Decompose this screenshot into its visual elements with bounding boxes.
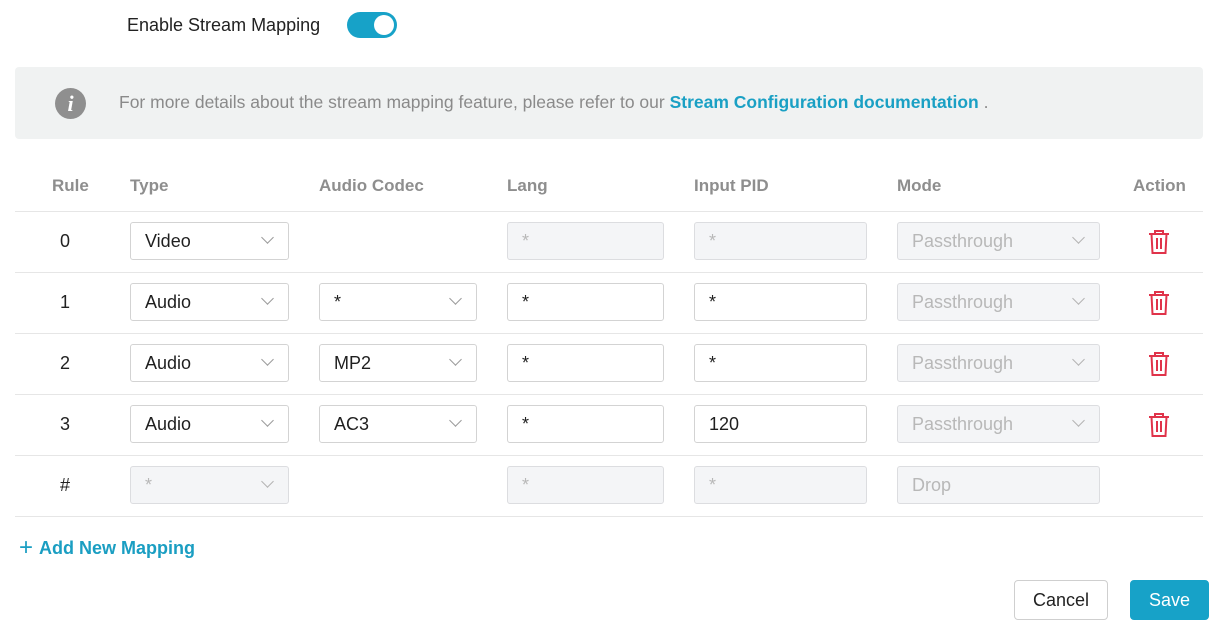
- chevron-down-icon: [449, 414, 462, 427]
- mode-value: Passthrough: [912, 414, 1014, 434]
- default-row: # * * * Drop: [0, 455, 1222, 516]
- input-pid-value: *: [709, 231, 717, 251]
- rule-number: 1: [59, 292, 70, 312]
- trash-icon[interactable]: [1147, 412, 1171, 438]
- info-text-suffix: .: [978, 92, 989, 112]
- lang-input[interactable]: *: [507, 466, 664, 504]
- type-select[interactable]: *: [130, 466, 289, 504]
- type-select[interactable]: Audio: [130, 283, 289, 321]
- info-banner: i For more details about the stream mapp…: [15, 67, 1203, 139]
- mode-input[interactable]: Drop: [897, 466, 1100, 504]
- trash-icon[interactable]: [1147, 351, 1171, 377]
- lang-input[interactable]: *: [507, 222, 664, 260]
- chevron-down-icon: [1072, 353, 1085, 366]
- chevron-down-icon: [261, 475, 274, 488]
- rule-number: 3: [59, 414, 70, 434]
- type-select[interactable]: Audio: [130, 344, 289, 382]
- trash-icon[interactable]: [1147, 290, 1171, 316]
- table-row: 3 Audio AC3 * 120 Passthrough: [0, 394, 1222, 455]
- type-value: Audio: [145, 292, 192, 312]
- stream-mapping-toggle[interactable]: [347, 12, 397, 38]
- input-pid-input[interactable]: *: [694, 466, 867, 504]
- type-value: *: [145, 475, 153, 495]
- chevron-down-icon: [449, 353, 462, 366]
- save-button[interactable]: Save: [1130, 580, 1209, 620]
- chevron-down-icon: [261, 353, 274, 366]
- table-row: 1 Audio * * * Passthrough: [0, 272, 1222, 333]
- input-pid-value: *: [709, 353, 717, 373]
- header-lang: Lang: [507, 176, 548, 195]
- type-value: Audio: [145, 353, 192, 373]
- table-row: 0 Video * * Passthrough: [0, 211, 1222, 272]
- type-value: Video: [145, 231, 191, 251]
- mode-value: Drop: [912, 475, 952, 495]
- mode-select[interactable]: Passthrough: [897, 344, 1100, 382]
- input-pid-input[interactable]: *: [694, 222, 867, 260]
- input-pid-input[interactable]: *: [694, 283, 867, 321]
- mode-select[interactable]: Passthrough: [897, 283, 1100, 321]
- lang-value: *: [522, 475, 530, 495]
- header-audio-codec: Audio Codec: [319, 176, 424, 195]
- audio-codec-value: AC3: [334, 414, 370, 434]
- toggle-knob: [374, 15, 394, 35]
- rule-number: 0: [59, 231, 70, 251]
- mode-select[interactable]: Passthrough: [897, 222, 1100, 260]
- rule-number: 2: [59, 353, 70, 373]
- table-row: 2 Audio MP2 * * Passthrough: [0, 333, 1222, 394]
- audio-codec-select[interactable]: MP2: [319, 344, 477, 382]
- trash-icon[interactable]: [1147, 229, 1171, 255]
- header-rule: Rule: [52, 176, 89, 195]
- header-action: Action: [1133, 176, 1186, 195]
- audio-codec-select[interactable]: *: [319, 283, 477, 321]
- chevron-down-icon: [261, 292, 274, 305]
- audio-codec-value: MP2: [334, 353, 372, 373]
- input-pid-input[interactable]: 120: [694, 405, 867, 443]
- chevron-down-icon: [1072, 231, 1085, 244]
- audio-codec-select[interactable]: AC3: [319, 405, 477, 443]
- stream-mapping-toggle-row: Enable Stream Mapping: [127, 12, 397, 38]
- chevron-down-icon: [1072, 292, 1085, 305]
- info-icon: i: [55, 88, 86, 119]
- input-pid-value: *: [709, 475, 717, 495]
- type-select[interactable]: Video: [130, 222, 289, 260]
- input-pid-input[interactable]: *: [694, 344, 867, 382]
- chevron-down-icon: [449, 292, 462, 305]
- lang-input[interactable]: *: [507, 283, 664, 321]
- lang-value: *: [522, 353, 530, 373]
- audio-codec-value: *: [334, 292, 342, 312]
- mode-value: Passthrough: [912, 292, 1014, 312]
- add-new-mapping-label: Add New Mapping: [39, 537, 196, 558]
- rule-number: #: [59, 475, 70, 495]
- chevron-down-icon: [261, 231, 274, 244]
- stream-mapping-label: Enable Stream Mapping: [127, 14, 321, 35]
- chevron-down-icon: [261, 414, 274, 427]
- cancel-button[interactable]: Cancel: [1014, 580, 1108, 620]
- plus-icon: +: [19, 534, 34, 561]
- lang-input[interactable]: *: [507, 405, 664, 443]
- lang-value: *: [522, 292, 530, 312]
- divider: [15, 516, 1203, 517]
- input-pid-value: 120: [709, 414, 740, 434]
- add-new-mapping-button[interactable]: + Add New Mapping: [19, 535, 195, 561]
- documentation-link[interactable]: Stream Configuration documentation: [670, 92, 979, 112]
- type-select[interactable]: Audio: [130, 405, 289, 443]
- lang-input[interactable]: *: [507, 344, 664, 382]
- header-type: Type: [130, 176, 169, 195]
- lang-value: *: [522, 231, 530, 251]
- input-pid-value: *: [709, 292, 717, 312]
- info-text: For more details about the stream mappin…: [119, 92, 989, 113]
- mode-select[interactable]: Passthrough: [897, 405, 1100, 443]
- mode-value: Passthrough: [912, 231, 1014, 251]
- chevron-down-icon: [1072, 414, 1085, 427]
- header-input-pid: Input PID: [694, 176, 769, 195]
- lang-value: *: [522, 414, 530, 434]
- mode-value: Passthrough: [912, 353, 1014, 373]
- header-mode: Mode: [897, 176, 942, 195]
- type-value: Audio: [145, 414, 192, 434]
- info-text-prefix: For more details about the stream mappin…: [119, 92, 670, 112]
